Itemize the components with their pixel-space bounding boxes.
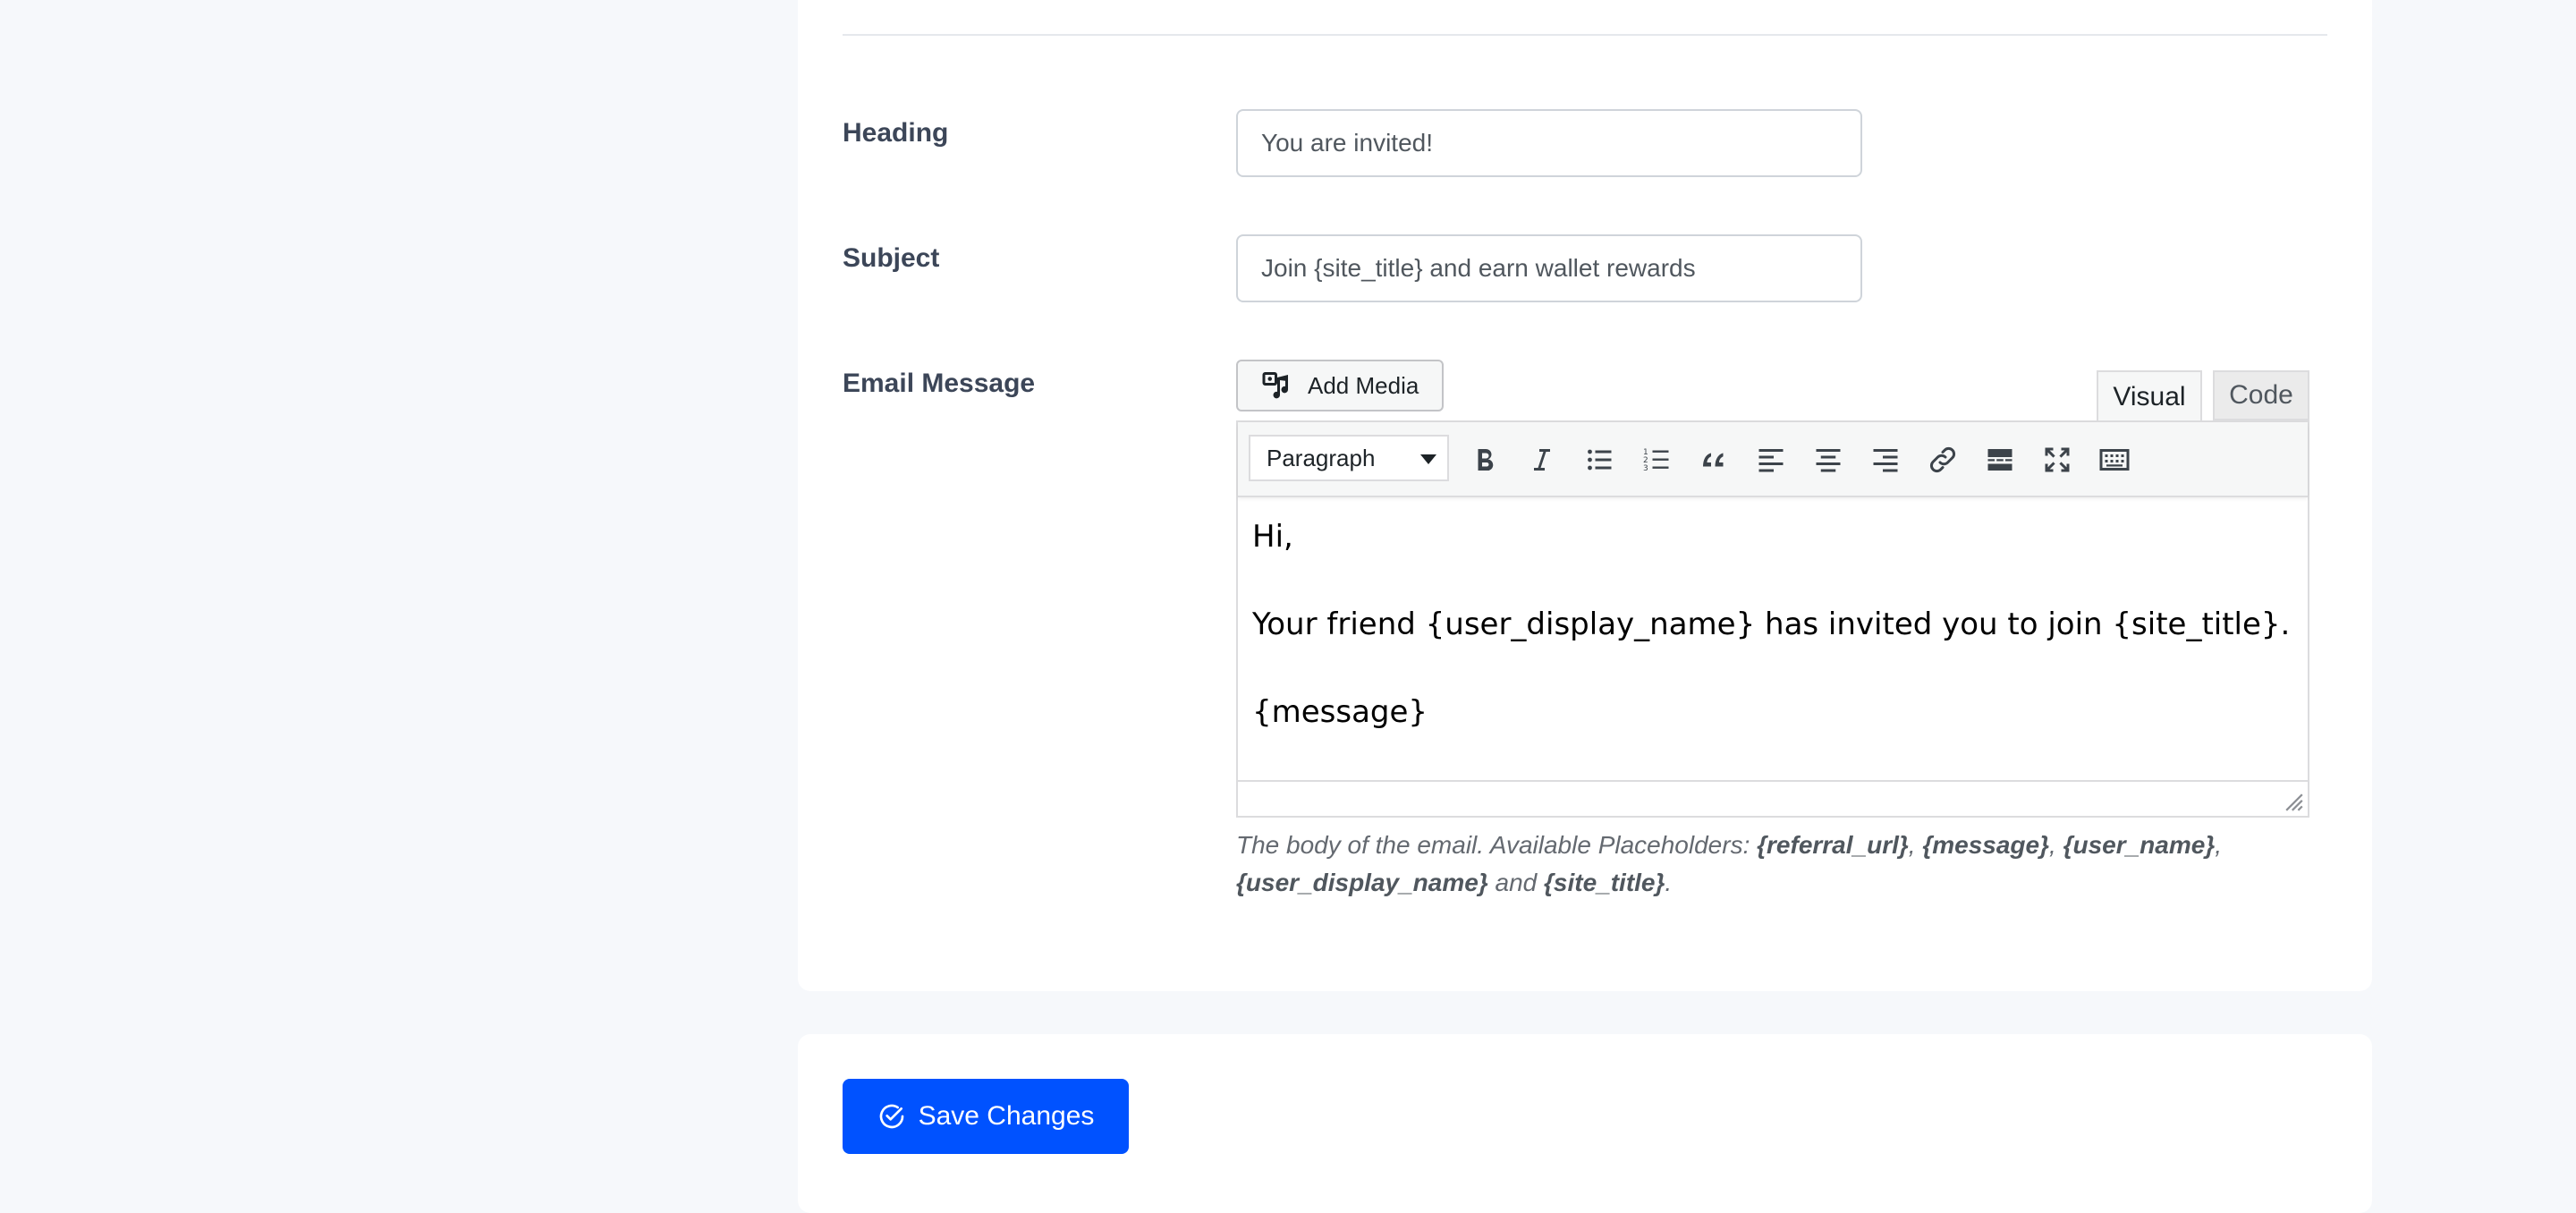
fullscreen-icon [2045,447,2070,472]
help-separator: , [2215,831,2222,859]
email-message-label: Email Message [843,369,1036,398]
toolbar-toggle-icon [2099,449,2130,471]
blockquote-icon [1703,453,1724,467]
section-divider [843,34,2327,36]
italic-icon [1534,449,1550,471]
content-line: Hi, [1252,519,1293,555]
bullet-list-icon [1588,449,1612,471]
placeholder-user-name: {user_name} [2063,831,2216,859]
help-and: and [1487,869,1544,896]
help-separator: , [1908,831,1923,859]
media-icon [1262,372,1289,399]
help-separator: , [2049,831,2063,859]
editor-statusbar [1238,780,2308,816]
placeholder-site-title: {site_title} [1544,869,1665,896]
fullscreen-button[interactable] [2038,440,2077,479]
read-more-button[interactable] [1980,440,2020,479]
email-message-help: The body of the email. Available Placeho… [1236,827,2327,902]
bullet-list-button[interactable] [1580,440,1619,479]
numbered-list-icon: 123 [1643,448,1669,473]
align-left-icon [1758,449,1784,472]
align-right-icon [1873,449,1898,472]
resize-handle-icon[interactable] [2284,793,2304,812]
save-changes-button[interactable]: Save Changes [843,1079,1129,1154]
align-center-icon [1816,449,1841,472]
tab-visual[interactable]: Visual [2097,370,2202,422]
email-message-editor: Paragraph 123 Hi, Your friend {user_disp… [1236,420,2309,818]
svg-text:3: 3 [1643,464,1648,473]
editor-content[interactable]: Hi, Your friend {user_display_name} has … [1252,519,2299,782]
heading-input[interactable]: You are invited! [1236,109,1862,177]
link-icon [1930,447,1955,472]
heading-label: Heading [843,118,949,148]
bold-button[interactable] [1465,440,1504,479]
actions-card: Save Changes [798,1034,2372,1213]
tab-code[interactable]: Code [2213,370,2309,420]
check-circle-icon [879,1104,903,1129]
format-select-value: Paragraph [1267,445,1376,471]
subject-label: Subject [843,243,940,273]
settings-card: Heading You are invited! Subject Join {s… [798,0,2372,991]
help-end: . [1665,869,1673,896]
toolbar-toggle-button[interactable] [2095,440,2134,479]
format-select[interactable]: Paragraph [1249,435,1449,481]
add-media-label: Add Media [1308,371,1419,399]
italic-button[interactable] [1522,440,1562,479]
align-right-button[interactable] [1866,440,1905,479]
align-left-button[interactable] [1751,440,1791,479]
bold-icon [1478,449,1494,471]
numbered-list-button[interactable]: 123 [1637,440,1676,479]
read-more-icon [1987,449,2012,471]
placeholder-message: {message} [1922,831,2049,859]
save-changes-label: Save Changes [918,1101,1095,1131]
subject-input[interactable]: Join {site_title} and earn wallet reward… [1236,234,1862,302]
placeholder-referral-url: {referral_url} [1757,831,1909,859]
help-prefix: The body of the email. Available Placeho… [1236,831,1758,859]
chevron-down-icon [1420,454,1436,464]
link-button[interactable] [1923,440,1962,479]
content-line: {message} [1252,694,1428,730]
content-line: Your friend {user_display_name} has invi… [1252,606,2291,642]
editor-toolbar: Paragraph 123 [1238,422,2308,497]
placeholder-user-display-name: {user_display_name} [1236,869,1488,896]
align-center-button[interactable] [1809,440,1848,479]
blockquote-button[interactable] [1694,440,1733,479]
add-media-button[interactable]: Add Media [1236,360,1444,411]
